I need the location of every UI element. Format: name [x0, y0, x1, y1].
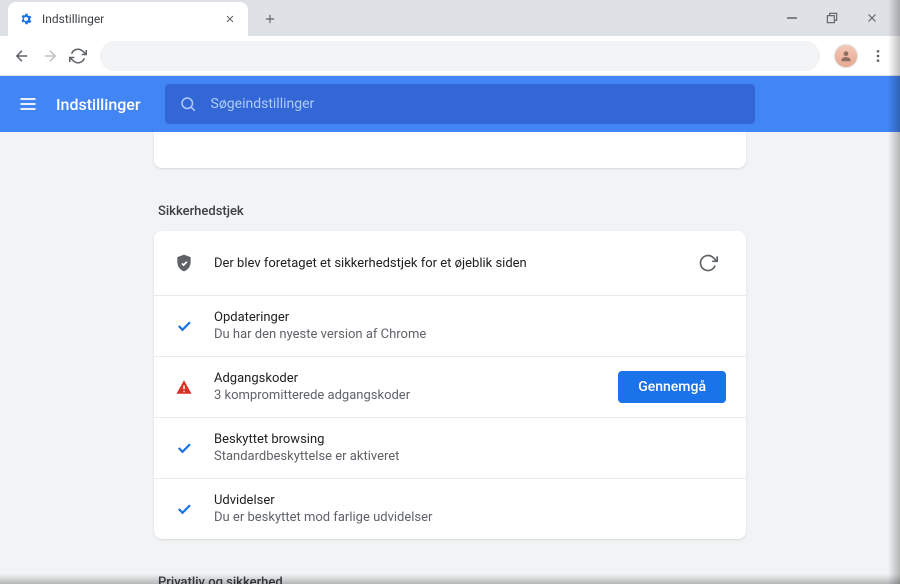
address-bar[interactable]: [100, 41, 820, 71]
settings-header: Indstillinger: [0, 76, 900, 132]
profile-avatar[interactable]: [834, 44, 858, 68]
check-icon: [174, 316, 194, 336]
browser-titlebar: Indstillinger: [0, 0, 900, 36]
review-passwords-button[interactable]: Gennemgå: [618, 371, 726, 403]
kebab-menu-icon[interactable]: [864, 42, 892, 70]
close-window-button[interactable]: [852, 4, 892, 32]
safety-row-passwords[interactable]: Adgangskoder 3 kompromitterede adgangsko…: [154, 356, 746, 417]
back-button[interactable]: [8, 42, 36, 70]
settings-search[interactable]: [165, 84, 755, 124]
settings-content: Sikkerhedstjek Der blev foretaget et sik…: [0, 132, 900, 584]
window-controls: [772, 4, 900, 32]
shield-check-icon: [174, 253, 194, 273]
reload-button[interactable]: [64, 42, 92, 70]
warning-icon: [174, 377, 194, 397]
section-title-privacy: Privatliv og sikkerhed: [154, 563, 746, 584]
browser-toolbar: [0, 36, 900, 76]
search-input[interactable]: [211, 96, 741, 112]
row-sub: 3 kompromitterede adgangskoder: [214, 388, 606, 403]
gear-icon: [18, 11, 34, 27]
minimize-button[interactable]: [772, 4, 812, 32]
safety-row-updates[interactable]: Opdateringer Du har den nyeste version a…: [154, 295, 746, 356]
new-tab-button[interactable]: [256, 5, 284, 33]
browser-tab[interactable]: Indstillinger: [8, 2, 248, 36]
safety-summary-row: Der blev foretaget et sikkerhedstjek for…: [154, 231, 746, 295]
page-title: Indstillinger: [56, 95, 141, 114]
safety-row-safe-browsing[interactable]: Beskyttet browsing Standardbeskyttelse e…: [154, 417, 746, 478]
row-sub: Du er beskyttet mod farlige udvidelser: [214, 510, 726, 525]
section-title-safety: Sikkerhedstjek: [154, 192, 746, 231]
row-title: Adgangskoder: [214, 371, 606, 386]
check-icon: [174, 499, 194, 519]
refresh-check-button[interactable]: [690, 245, 726, 281]
hamburger-icon[interactable]: [16, 92, 40, 116]
close-icon[interactable]: [222, 11, 238, 27]
forward-button[interactable]: [36, 42, 64, 70]
safety-row-extensions[interactable]: Udvidelser Du er beskyttet mod farlige u…: [154, 478, 746, 539]
tab-title: Indstillinger: [42, 12, 222, 26]
check-icon: [174, 438, 194, 458]
row-sub: Standardbeskyttelse er aktiveret: [214, 449, 726, 464]
maximize-button[interactable]: [812, 4, 852, 32]
row-title: Udvidelser: [214, 493, 726, 508]
safety-summary-text: Der blev foretaget et sikkerhedstjek for…: [214, 256, 678, 271]
row-title: Beskyttet browsing: [214, 432, 726, 447]
row-title: Opdateringer: [214, 310, 726, 325]
search-icon: [179, 95, 197, 113]
row-sub: Du har den nyeste version af Chrome: [214, 327, 726, 342]
safety-check-card: Der blev foretaget et sikkerhedstjek for…: [154, 231, 746, 539]
card-placeholder: [154, 132, 746, 168]
